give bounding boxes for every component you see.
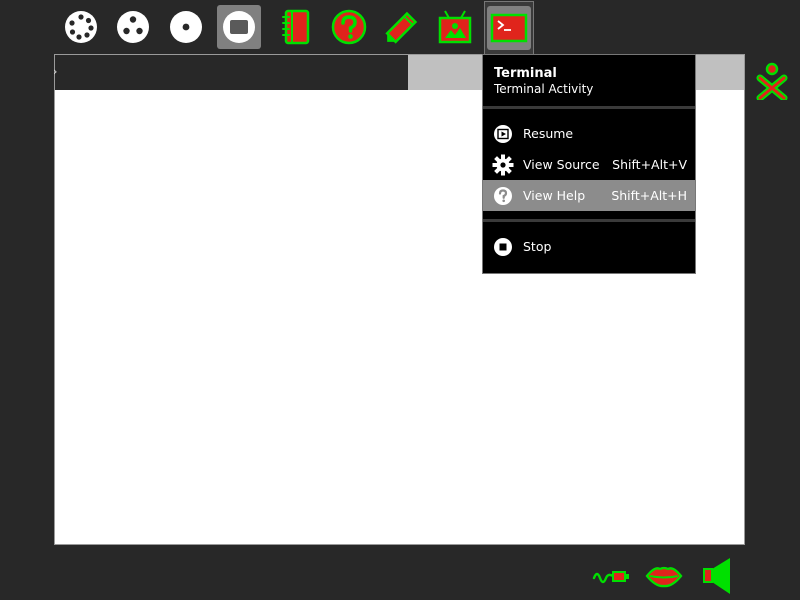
help-activity-button[interactable] [327,5,371,49]
record-activity-button[interactable] [433,5,477,49]
activity-palette: Terminal Terminal Activity Resume View S… [482,54,696,274]
palette-item-resume[interactable]: Resume [483,118,695,149]
palette-subtitle: Terminal Activity [494,82,594,96]
journal-button[interactable] [274,5,318,49]
view-source-gear-icon [483,154,523,176]
xo-buddy-button[interactable] [754,60,790,102]
home-view-button[interactable] [59,5,103,49]
group-view-button[interactable] [111,5,155,49]
palette-header: Terminal Terminal Activity [483,55,695,107]
palette-item-label: Stop [523,239,552,254]
write-activity-button[interactable] [380,5,424,49]
resume-icon [483,124,523,144]
palette-title: Terminal [494,66,557,81]
terminal-activity-icon [490,13,528,43]
journal-icon [282,9,310,45]
palette-separator [483,219,695,222]
microphone-device-button[interactable] [644,556,684,596]
palette-item-accel: Shift+Alt+V [612,157,687,172]
network-cable-icon [592,571,629,584]
activity-view-icon [223,11,255,43]
microphone-lips-icon [645,566,683,588]
help-icon [483,186,523,206]
stop-icon [483,237,523,257]
palette-item-accel: Shift+Alt+H [611,188,687,203]
home-view-icon [65,11,97,43]
palette-separator [483,106,695,109]
xo-buddy-icon [756,62,788,102]
neighborhood-view-button[interactable] [164,5,208,49]
terminal-activity-button-inner [487,6,531,50]
device-tray [0,548,800,600]
top-toolbar [0,0,800,54]
record-activity-icon [438,10,472,44]
write-activity-icon [385,11,418,44]
network-device-button[interactable] [591,556,631,596]
help-activity-icon [331,9,367,45]
speaker-volume-icon [703,558,730,594]
tab-arrow-icon: › [53,65,58,78]
palette-item-label: Resume [523,126,574,141]
palette-item-view-help[interactable]: View Help Shift+Alt+H [483,180,695,211]
palette-item-label: View Source [523,157,600,172]
speaker-device-button[interactable] [697,556,737,596]
terminal-activity-button[interactable] [484,1,534,54]
activity-view-button[interactable] [217,5,261,49]
canvas-tab-active[interactable]: › [53,55,408,90]
group-view-icon [117,11,149,43]
palette-item-stop[interactable]: Stop [483,231,695,262]
neighborhood-view-icon [170,11,202,43]
palette-item-label: View Help [523,188,586,203]
palette-item-view-source[interactable]: View Source Shift+Alt+V [483,149,695,180]
sugar-desktop: › Terminal Terminal Activity Resume View… [0,0,800,600]
